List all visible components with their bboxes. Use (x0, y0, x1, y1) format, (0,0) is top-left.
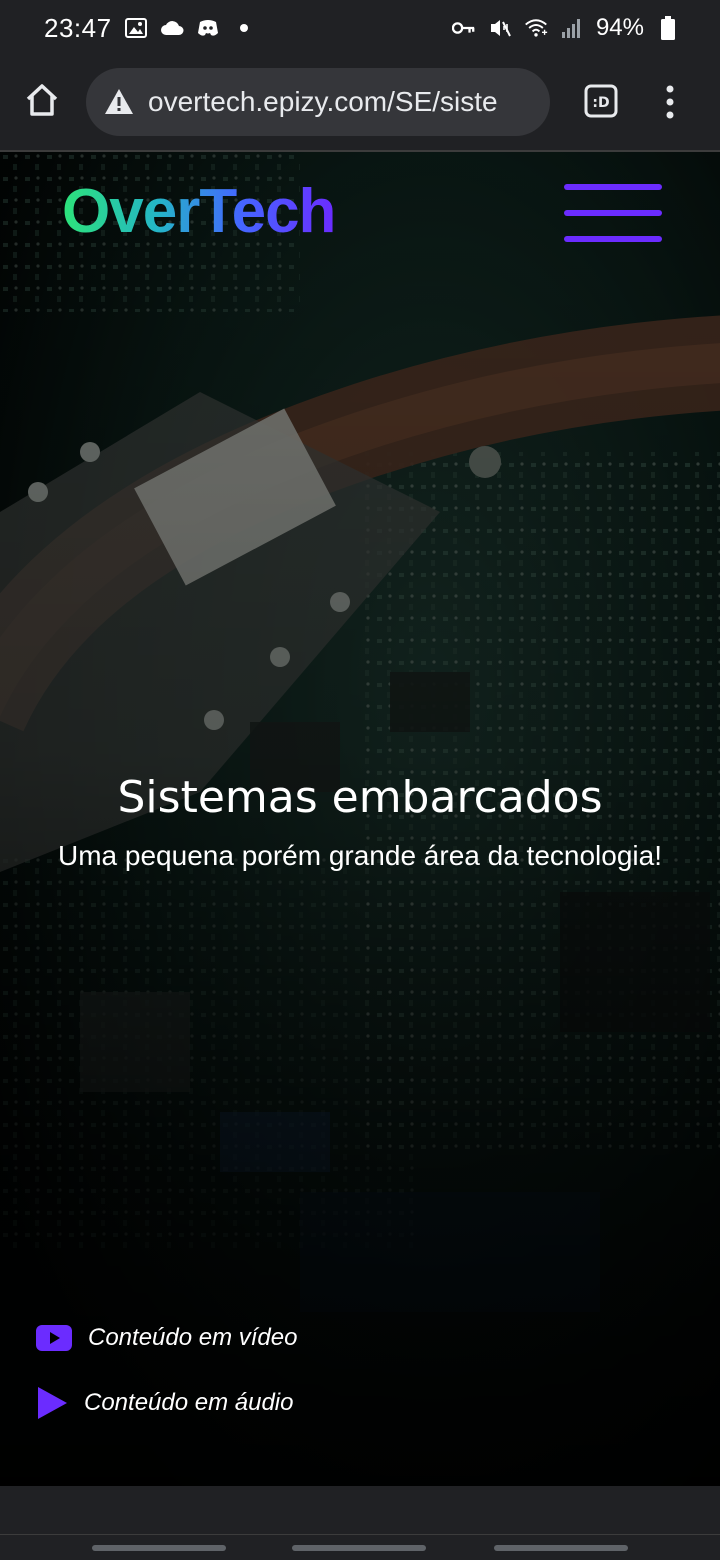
status-time: 23:47 (44, 12, 112, 43)
browser-menu-button[interactable] (660, 82, 680, 122)
key-icon (451, 16, 476, 40)
bottom-strip (0, 1486, 720, 1534)
hamburger-line (564, 210, 662, 216)
more-vert-icon (666, 85, 674, 119)
home-button[interactable] (22, 80, 62, 120)
hamburger-line (564, 184, 662, 190)
system-navigation-bar (0, 1534, 720, 1560)
hero-subtitle: Uma pequena porém grande área da tecnolo… (58, 840, 662, 871)
tab-switcher-icon: :D (584, 84, 618, 118)
browser-toolbar: overtech.epizy.com/SE/siste :D (0, 56, 720, 152)
audio-content-label: Conteúdo em áudio (84, 1389, 294, 1416)
address-bar[interactable]: overtech.epizy.com/SE/siste (86, 68, 550, 136)
hamburger-line (564, 236, 662, 242)
tab-switcher-button[interactable]: :D (584, 84, 618, 118)
dot-icon (232, 16, 256, 40)
not-secure-warning-icon[interactable] (104, 87, 134, 117)
youtube-icon (36, 1325, 72, 1351)
mute-vibrate-icon (488, 16, 512, 40)
audio-content-link[interactable]: Conteúdo em áudio (36, 1386, 293, 1420)
wifi-icon (524, 16, 548, 40)
svg-text::D: :D (592, 95, 609, 111)
video-content-label: Conteúdo em vídeo (88, 1324, 298, 1351)
status-right: 94% (451, 14, 680, 42)
battery-icon (656, 16, 680, 40)
nav-recents-pill[interactable] (92, 1545, 226, 1551)
battery-percent: 94% (595, 14, 644, 41)
status-bar: 23:47 94% (0, 0, 720, 56)
url-text[interactable]: overtech.epizy.com/SE/siste (148, 86, 498, 118)
nav-back-pill[interactable] (494, 1545, 628, 1551)
hero-section: OverTech Sistemas embarcados Uma pequena… (0, 152, 720, 1486)
hero-title: Sistemas embarcados (117, 772, 603, 823)
site-logo[interactable]: OverTech (62, 176, 336, 247)
play-icon (38, 1387, 67, 1419)
cloud-icon (160, 16, 184, 40)
video-content-link[interactable]: Conteúdo em vídeo (36, 1324, 297, 1352)
hamburger-menu-button[interactable] (564, 184, 662, 246)
nav-home-pill[interactable] (292, 1545, 426, 1551)
home-icon (26, 84, 58, 116)
status-left: 23:47 (44, 13, 256, 44)
image-icon (124, 16, 148, 40)
signal-icon (560, 16, 584, 40)
discord-icon (196, 16, 220, 40)
